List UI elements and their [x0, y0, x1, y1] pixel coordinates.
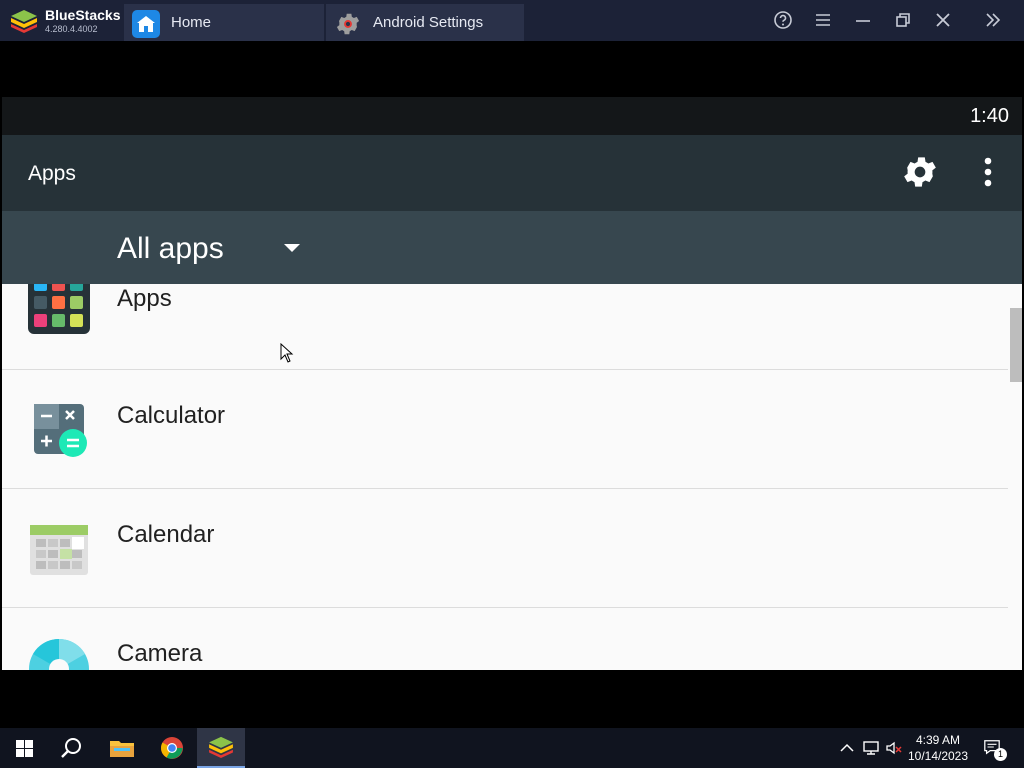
bluestacks-brand: BlueStacks 4.280.4.4002	[0, 0, 124, 41]
calendar-icon	[30, 525, 88, 575]
settings-gear-icon[interactable]	[900, 152, 940, 192]
start-button[interactable]	[0, 728, 48, 768]
tab-android-settings[interactable]: Android Settings	[326, 4, 524, 41]
app-name-label: Apps	[117, 285, 172, 312]
app-toolbar: Apps	[2, 135, 1022, 211]
bluestacks-icon	[209, 736, 233, 758]
more-options-icon[interactable]	[968, 152, 1008, 192]
windows-taskbar: 4:39 AM 10/14/2023	[0, 728, 1024, 768]
app-list[interactable]: Apps Calculator Calendar Camera	[2, 284, 1022, 670]
network-icon[interactable]	[862, 739, 880, 757]
list-item[interactable]: Camera	[2, 608, 1008, 670]
expand-icon[interactable]	[983, 10, 1003, 30]
close-icon[interactable]	[933, 10, 953, 30]
tab-android-settings-label: Android Settings	[373, 14, 484, 31]
bluestacks-titlebar: BlueStacks 4.280.4.4002 Home Android Set…	[0, 0, 1024, 41]
taskbar-chrome[interactable]	[148, 728, 196, 768]
dropdown-caret-icon	[284, 244, 300, 252]
app-version: 4.280.4.4002	[45, 24, 98, 34]
notification-count-badge: 1	[994, 748, 1007, 761]
restore-icon[interactable]	[893, 10, 913, 30]
taskbar-date: 10/14/2023	[907, 749, 969, 763]
home-icon	[132, 10, 160, 38]
taskbar-file-explorer[interactable]	[98, 728, 146, 768]
tab-home-label: Home	[171, 14, 212, 31]
gear-icon	[336, 13, 360, 35]
bluestacks-logo-icon	[11, 10, 37, 33]
app-name-label: Camera	[117, 640, 203, 667]
calculator-icon	[34, 404, 87, 457]
chevron-up-icon[interactable]	[838, 739, 856, 757]
list-item[interactable]: Calendar	[2, 489, 1008, 609]
app-name: BlueStacks	[45, 7, 121, 23]
app-name-label: Calendar	[117, 521, 215, 548]
list-item[interactable]: Apps	[2, 284, 1008, 371]
list-item[interactable]: Calculator	[2, 370, 1008, 490]
file-explorer-icon	[110, 741, 134, 757]
search-icon	[61, 738, 81, 758]
android-status-bar: 1:40	[2, 97, 1022, 135]
android-screen: 1:40 Apps All apps Apps Calculator Calen…	[2, 97, 1022, 670]
app-filter-spinner[interactable]: All apps	[2, 211, 1022, 284]
apps-grid-icon	[28, 284, 90, 334]
camera-icon	[29, 639, 89, 670]
minimize-icon[interactable]	[853, 10, 873, 30]
help-icon[interactable]	[773, 10, 793, 30]
list-scrollbar[interactable]	[1010, 308, 1022, 382]
taskbar-bluestacks[interactable]	[197, 728, 245, 768]
app-name-label: Calculator	[117, 402, 226, 429]
menu-icon[interactable]	[813, 10, 833, 30]
taskbar-clock[interactable]: 4:39 AM 10/14/2023	[898, 732, 978, 764]
taskbar-time: 4:39 AM	[915, 733, 961, 747]
windows-start-icon	[16, 740, 33, 757]
tab-home[interactable]: Home	[124, 4, 324, 41]
status-clock: 1:40	[970, 105, 1009, 127]
page-title: Apps	[28, 162, 76, 185]
chrome-icon	[161, 737, 183, 759]
taskbar-search-button[interactable]	[48, 728, 96, 768]
filter-label: All apps	[117, 232, 224, 265]
mouse-cursor-icon	[280, 343, 294, 363]
